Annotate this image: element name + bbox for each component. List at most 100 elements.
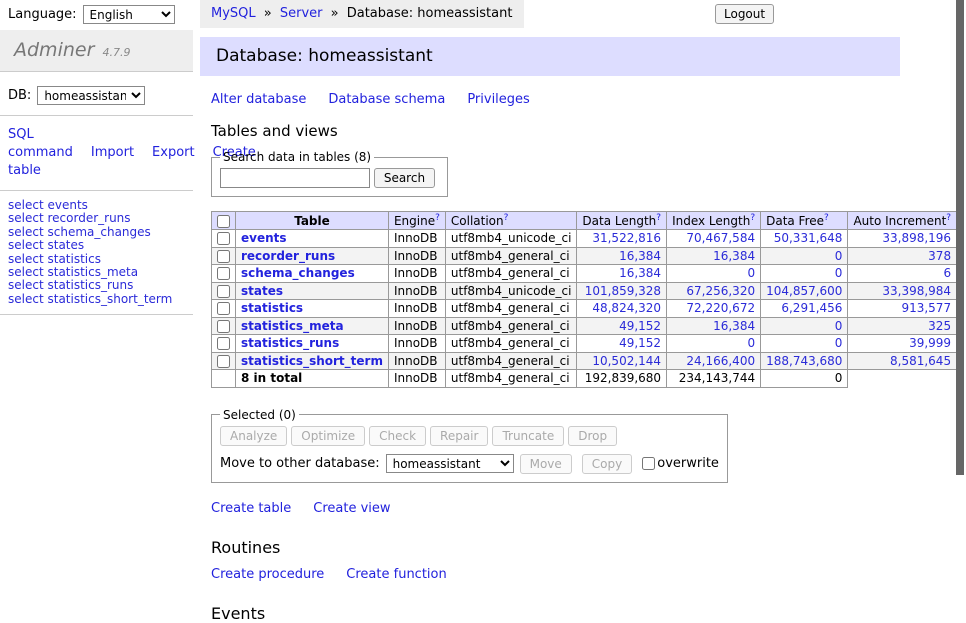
link-privileges[interactable]: Privileges xyxy=(467,92,530,107)
table-name-link[interactable]: statistics_meta xyxy=(241,319,344,333)
data-length-link[interactable]: 16,384 xyxy=(619,249,661,263)
repair-button[interactable]: Repair xyxy=(430,426,488,446)
row-checkbox[interactable] xyxy=(217,250,230,263)
help-icon[interactable]: ? xyxy=(824,213,829,223)
table-name-link[interactable]: states xyxy=(241,284,283,298)
scrollbar-track[interactable] xyxy=(956,0,966,543)
copy-button[interactable]: Copy xyxy=(582,454,632,474)
auto-increment-link[interactable]: 8,581,645 xyxy=(890,354,951,368)
data-length-link[interactable]: 101,859,328 xyxy=(585,284,661,298)
search-button[interactable]: Search xyxy=(374,168,435,188)
app-name[interactable]: Adminer xyxy=(14,39,94,61)
table-name-link[interactable]: statistics xyxy=(47,252,101,266)
row-checkbox[interactable] xyxy=(217,232,230,245)
table-select-link[interactable]: select xyxy=(8,278,44,292)
table-select-link[interactable]: select xyxy=(8,238,44,252)
link-create-table[interactable]: Create table xyxy=(211,501,291,516)
table-select-link[interactable]: select xyxy=(8,265,44,279)
index-length-link[interactable]: 70,467,584 xyxy=(686,231,755,245)
row-checkbox[interactable] xyxy=(217,337,230,350)
data-length-link[interactable]: 31,522,816 xyxy=(592,231,661,245)
auto-increment-link[interactable]: 39,999 xyxy=(909,336,951,350)
row-checkbox[interactable] xyxy=(217,355,230,368)
data-free-link[interactable]: 0 xyxy=(835,336,843,350)
table-select-link[interactable]: select xyxy=(8,225,44,239)
data-free-link[interactable]: 50,331,648 xyxy=(774,231,843,245)
overwrite-checkbox[interactable] xyxy=(642,457,655,470)
sidebar-link-sql-command[interactable]: SQL command xyxy=(8,127,73,160)
optimize-button[interactable]: Optimize xyxy=(291,426,365,446)
table-select-link[interactable]: select xyxy=(8,211,44,225)
auto-increment-link[interactable]: 6 xyxy=(943,266,951,280)
table-select-link[interactable]: select xyxy=(8,292,44,306)
table-name-link[interactable]: recorder_runs xyxy=(241,249,335,263)
table-select-link[interactable]: select xyxy=(8,252,44,266)
sidebar-link-import[interactable]: Import xyxy=(91,145,134,160)
help-icon[interactable]: ? xyxy=(504,213,509,223)
data-free-link[interactable]: 6,291,456 xyxy=(781,301,842,315)
db-select[interactable]: homeassistant xyxy=(37,86,145,105)
table-name-link[interactable]: statistics_short_term xyxy=(47,292,172,306)
help-icon[interactable]: ? xyxy=(435,213,440,223)
analyze-button[interactable]: Analyze xyxy=(220,426,287,446)
index-length-link[interactable]: 72,220,672 xyxy=(686,301,755,315)
table-name-link[interactable]: schema_changes xyxy=(241,266,355,280)
row-checkbox[interactable] xyxy=(217,267,230,280)
select-all-checkbox[interactable] xyxy=(217,215,230,228)
table-name-link[interactable]: events xyxy=(47,198,87,212)
drop-button[interactable]: Drop xyxy=(568,426,617,446)
move-database-select[interactable]: homeassistant xyxy=(386,454,514,473)
link-alter-database[interactable]: Alter database xyxy=(211,92,306,107)
link-database-schema[interactable]: Database schema xyxy=(328,92,445,107)
index-length-link[interactable]: 0 xyxy=(747,266,755,280)
link-create-procedure[interactable]: Create procedure xyxy=(211,567,324,582)
data-length-link[interactable]: 16,384 xyxy=(619,266,661,280)
auto-increment-link[interactable]: 33,398,984 xyxy=(882,284,951,298)
table-name-link[interactable]: states xyxy=(47,238,84,252)
move-button[interactable]: Move xyxy=(520,454,572,474)
sidebar-link-export[interactable]: Export xyxy=(152,145,195,160)
scrollbar-thumb[interactable] xyxy=(956,0,964,475)
data-length-link[interactable]: 49,152 xyxy=(619,336,661,350)
data-free-link[interactable]: 104,857,600 xyxy=(766,284,842,298)
breadcrumb-link[interactable]: MySQL xyxy=(211,6,256,21)
data-free-link[interactable]: 0 xyxy=(835,249,843,263)
data-length-link[interactable]: 49,152 xyxy=(619,319,661,333)
logout-button[interactable]: Logout xyxy=(715,4,774,24)
data-free-link[interactable]: 0 xyxy=(835,266,843,280)
data-length-link[interactable]: 48,824,320 xyxy=(592,301,661,315)
truncate-button[interactable]: Truncate xyxy=(492,426,564,446)
language-select[interactable]: English xyxy=(83,5,175,24)
auto-increment-link[interactable]: 913,577 xyxy=(901,301,951,315)
table-name-link[interactable]: statistics_meta xyxy=(47,265,138,279)
index-length-link[interactable]: 0 xyxy=(747,336,755,350)
table-select-link[interactable]: select xyxy=(8,198,44,212)
link-create-function[interactable]: Create function xyxy=(346,567,446,582)
data-free-link[interactable]: 188,743,680 xyxy=(766,354,842,368)
breadcrumb-link[interactable]: Server xyxy=(280,6,323,21)
help-icon[interactable]: ? xyxy=(946,213,951,223)
table-name-link[interactable]: statistics_runs xyxy=(241,336,339,350)
table-name-link[interactable]: events xyxy=(241,231,287,245)
auto-increment-link[interactable]: 33,898,196 xyxy=(882,231,951,245)
table-name-link[interactable]: statistics xyxy=(241,301,303,315)
help-icon[interactable]: ? xyxy=(656,213,661,223)
index-length-link[interactable]: 67,256,320 xyxy=(686,284,755,298)
row-checkbox[interactable] xyxy=(217,285,230,298)
data-free-link[interactable]: 0 xyxy=(835,319,843,333)
index-length-link[interactable]: 24,166,400 xyxy=(686,354,755,368)
table-name-link[interactable]: schema_changes xyxy=(47,225,150,239)
row-checkbox[interactable] xyxy=(217,302,230,315)
index-length-link[interactable]: 16,384 xyxy=(713,319,755,333)
help-icon[interactable]: ? xyxy=(750,213,755,223)
table-name-link[interactable]: statistics_short_term xyxy=(241,354,383,368)
row-checkbox[interactable] xyxy=(217,320,230,333)
check-button[interactable]: Check xyxy=(369,426,426,446)
auto-increment-link[interactable]: 378 xyxy=(928,249,951,263)
link-create-view[interactable]: Create view xyxy=(313,501,390,516)
data-length-link[interactable]: 10,502,144 xyxy=(592,354,661,368)
search-input[interactable] xyxy=(220,168,370,188)
index-length-link[interactable]: 16,384 xyxy=(713,249,755,263)
auto-increment-link[interactable]: 325 xyxy=(928,319,951,333)
table-name-link[interactable]: recorder_runs xyxy=(47,211,130,225)
